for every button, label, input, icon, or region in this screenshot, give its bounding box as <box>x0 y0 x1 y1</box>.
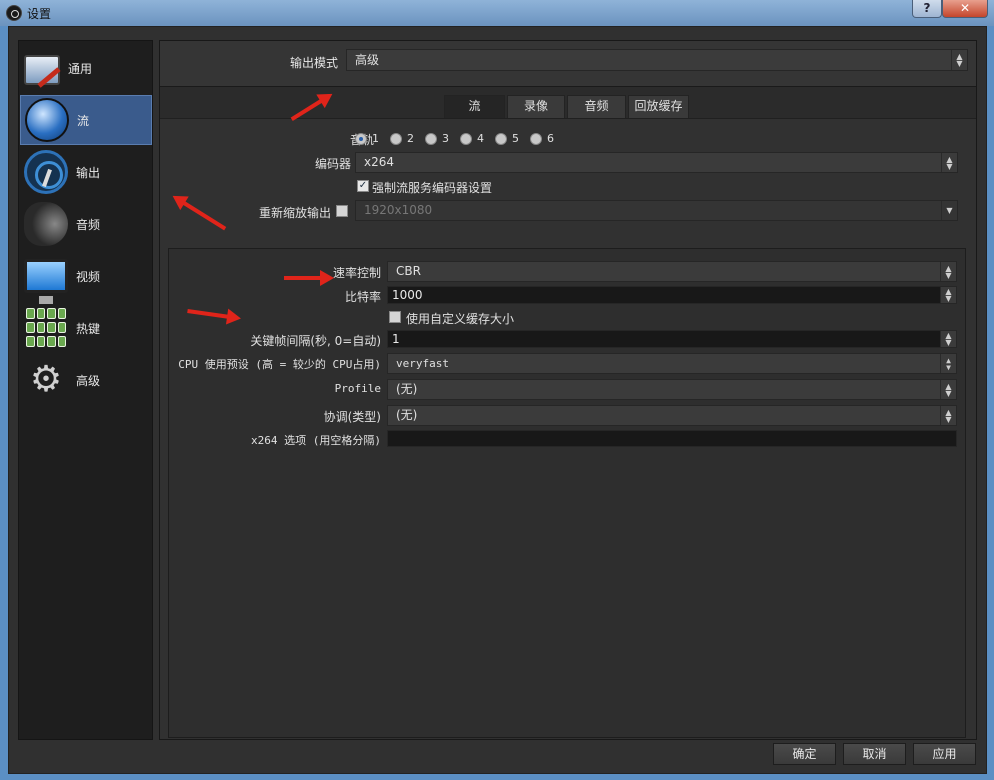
audio-track-radio-5[interactable] <box>495 133 507 145</box>
sidebar-item-hotkeys[interactable]: 热键 <box>20 303 152 353</box>
rate-control-value: CBR <box>396 264 421 278</box>
rescale-output-checkbox[interactable] <box>336 205 348 217</box>
window-title: 设置 <box>27 7 52 21</box>
tune-value: (无) <box>396 408 418 422</box>
audio-track-num: 3 <box>442 132 449 145</box>
updown-arrow-icon: ▲ ▼ <box>940 380 956 399</box>
bitrate-label: 比特率 <box>344 290 381 304</box>
keyframe-interval-spinbox[interactable]: 1 ▲ ▼ <box>387 330 957 348</box>
settings-window: 通用 流 输出 音频 视频 热键 ⚙ 高级 输出模式 高级 ▲ ▼ 流 录像 音… <box>8 26 987 774</box>
profile-value: (无) <box>396 382 418 396</box>
sidebar-item-label: 流 <box>77 113 90 128</box>
tune-label: 协调(类型) <box>323 410 381 424</box>
tab-audio[interactable]: 音频 <box>567 95 626 118</box>
cancel-button[interactable]: 取消 <box>843 743 906 765</box>
audio-track-radio-2[interactable] <box>390 133 402 145</box>
bitrate-spinbox[interactable]: 1000 ▲ ▼ <box>387 286 957 304</box>
tune-select[interactable]: (无) ▲ ▼ <box>387 405 957 426</box>
apply-button[interactable]: 应用 <box>913 743 976 765</box>
keyframe-interval-label: 关键帧间隔(秒, 0=自动) <box>250 334 381 348</box>
sidebar-item-label: 输出 <box>76 165 101 180</box>
title-bar: 设置 ? ✕ <box>0 0 994 26</box>
updown-arrow-icon: ▲ ▼ <box>951 50 967 70</box>
output-mode-select[interactable]: 高级 ▲ ▼ <box>346 49 968 71</box>
audio-track-num: 1 <box>372 132 379 145</box>
sidebar-item-label: 高级 <box>76 373 101 388</box>
sidebar-item-audio[interactable]: 音频 <box>20 199 152 249</box>
spin-arrow-icon: ▲ ▼ <box>940 331 956 347</box>
profile-select[interactable]: (无) ▲ ▼ <box>387 379 957 400</box>
enforce-encoder-checkbox[interactable]: ✓ <box>357 180 369 192</box>
rescale-resolution-value: 1920x1080 <box>364 203 433 217</box>
monitor-icon <box>24 259 68 304</box>
enforce-encoder-label: 强制流服务编码器设置 <box>372 181 493 195</box>
audio-track-num: 5 <box>512 132 519 145</box>
output-broadcast-icon <box>24 150 68 194</box>
output-mode-label: 输出模式 <box>290 56 339 70</box>
rate-control-label: 速率控制 <box>332 266 381 280</box>
audio-track-num: 4 <box>477 132 484 145</box>
cpu-preset-value: veryfast <box>396 357 449 370</box>
custom-buffer-label: 使用自定义缓存大小 <box>406 312 515 326</box>
audio-track-radio-4[interactable] <box>460 133 472 145</box>
updown-arrow-icon: ▲ ▼ <box>940 354 956 373</box>
x264-options-input[interactable] <box>387 430 957 447</box>
gears-icon: ⚙ <box>29 359 63 400</box>
output-mode-row: 输出模式 高级 ▲ ▼ <box>160 41 976 87</box>
updown-arrow-icon: ▲ ▼ <box>940 262 956 281</box>
obs-logo-icon <box>6 5 22 21</box>
chevron-down-icon: ▼ <box>941 201 957 220</box>
audio-track-radio-1[interactable] <box>355 133 367 145</box>
cpu-preset-label: CPU 使用预设 (高 = 较少的 CPU占用) <box>178 358 381 371</box>
close-button[interactable]: ✕ <box>942 0 988 18</box>
bitrate-value: 1000 <box>392 288 423 302</box>
sidebar: 通用 流 输出 音频 视频 热键 ⚙ 高级 <box>18 40 153 740</box>
sidebar-item-label: 通用 <box>68 61 93 76</box>
spin-arrow-icon: ▲ ▼ <box>940 287 956 303</box>
audio-track-radio-6[interactable] <box>530 133 542 145</box>
output-mode-value: 高级 <box>355 53 380 67</box>
keyframe-interval-value: 1 <box>392 332 400 346</box>
encoder-settings-box: 速率控制 CBR ▲ ▼ 比特率 1000 ▲ ▼ 使用自定义缓存大小 关键帧间隔(… <box>168 248 966 738</box>
stream-globe-icon <box>25 98 69 142</box>
updown-arrow-icon: ▲ ▼ <box>940 406 956 425</box>
help-button[interactable]: ? <box>912 0 942 18</box>
speaker-icon <box>24 202 68 246</box>
keyboard-icon <box>24 306 68 350</box>
profile-label: Profile <box>334 382 381 395</box>
audio-track-num: 2 <box>407 132 414 145</box>
encoder-value: x264 <box>364 155 395 169</box>
custom-buffer-checkbox[interactable] <box>389 311 401 323</box>
encoder-select[interactable]: x264 ▲ ▼ <box>355 152 958 173</box>
general-icon <box>24 55 60 85</box>
sidebar-item-stream[interactable]: 流 <box>20 95 152 145</box>
tab-stream[interactable]: 流 <box>444 95 505 118</box>
encoder-label: 编码器 <box>314 157 351 171</box>
sidebar-item-label: 音频 <box>76 217 101 232</box>
rescale-output-label: 重新缩放输出 <box>258 206 331 220</box>
rescale-resolution-select[interactable]: 1920x1080 ▼ <box>355 200 958 221</box>
rate-control-select[interactable]: CBR ▲ ▼ <box>387 261 957 282</box>
annotation-arrow-bitrate <box>284 270 334 286</box>
x264-options-label: x264 选项 (用空格分隔) <box>251 434 381 447</box>
sidebar-item-label: 热键 <box>76 321 101 336</box>
sidebar-item-video[interactable]: 视频 <box>20 251 152 304</box>
sidebar-item-label: 视频 <box>76 269 101 284</box>
audio-track-radio-3[interactable] <box>425 133 437 145</box>
sidebar-item-general[interactable]: 通用 <box>20 43 152 93</box>
updown-arrow-icon: ▲ ▼ <box>941 153 957 172</box>
audio-track-num: 6 <box>547 132 554 145</box>
sidebar-item-output[interactable]: 输出 <box>20 147 152 197</box>
stream-tab-panel: 音轨 1 2 3 4 5 6 编码器 x264 ▲▼ ✓ 强制流服务编码器设置 … <box>160 118 976 739</box>
tab-recording[interactable]: 录像 <box>507 95 565 118</box>
ok-button[interactable]: 确定 <box>773 743 836 765</box>
cpu-preset-select[interactable]: veryfast ▲ ▼ <box>387 353 957 374</box>
sidebar-item-advanced[interactable]: ⚙ 高级 <box>20 355 152 405</box>
tab-replay-buffer[interactable]: 回放缓存 <box>628 95 689 118</box>
output-settings-panel: 输出模式 高级 ▲▼ 流 录像 音频 回放缓存 音轨 1 2 3 4 5 <box>159 40 977 740</box>
